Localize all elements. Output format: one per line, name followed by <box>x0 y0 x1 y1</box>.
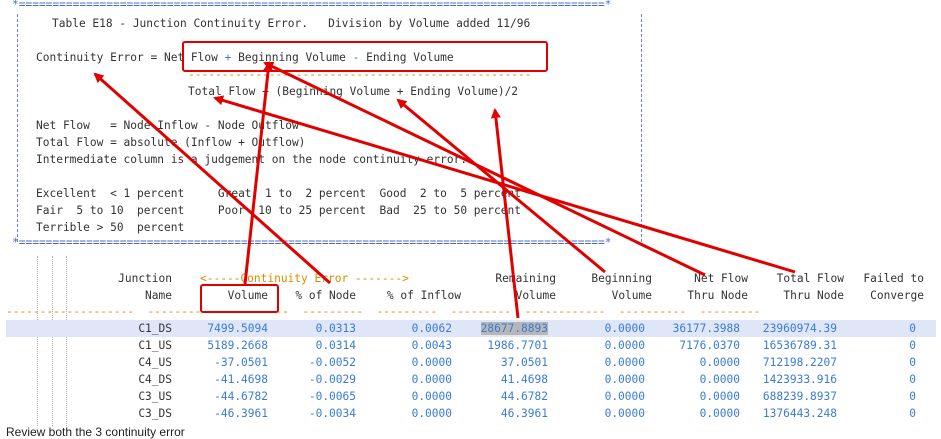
arrow-to-total-flow <box>213 95 796 274</box>
arrow-to-beginning-volume-2 <box>396 98 606 274</box>
arrow-to-beginning-volume <box>263 61 706 277</box>
caption-text: Review both the 3 continuity error <box>6 425 185 439</box>
arrow-to-continuity-error <box>93 72 331 285</box>
arrow-to-net-flow <box>243 61 274 285</box>
annotation-arrows <box>93 61 796 319</box>
arrow-to-ending-volume <box>490 108 520 319</box>
